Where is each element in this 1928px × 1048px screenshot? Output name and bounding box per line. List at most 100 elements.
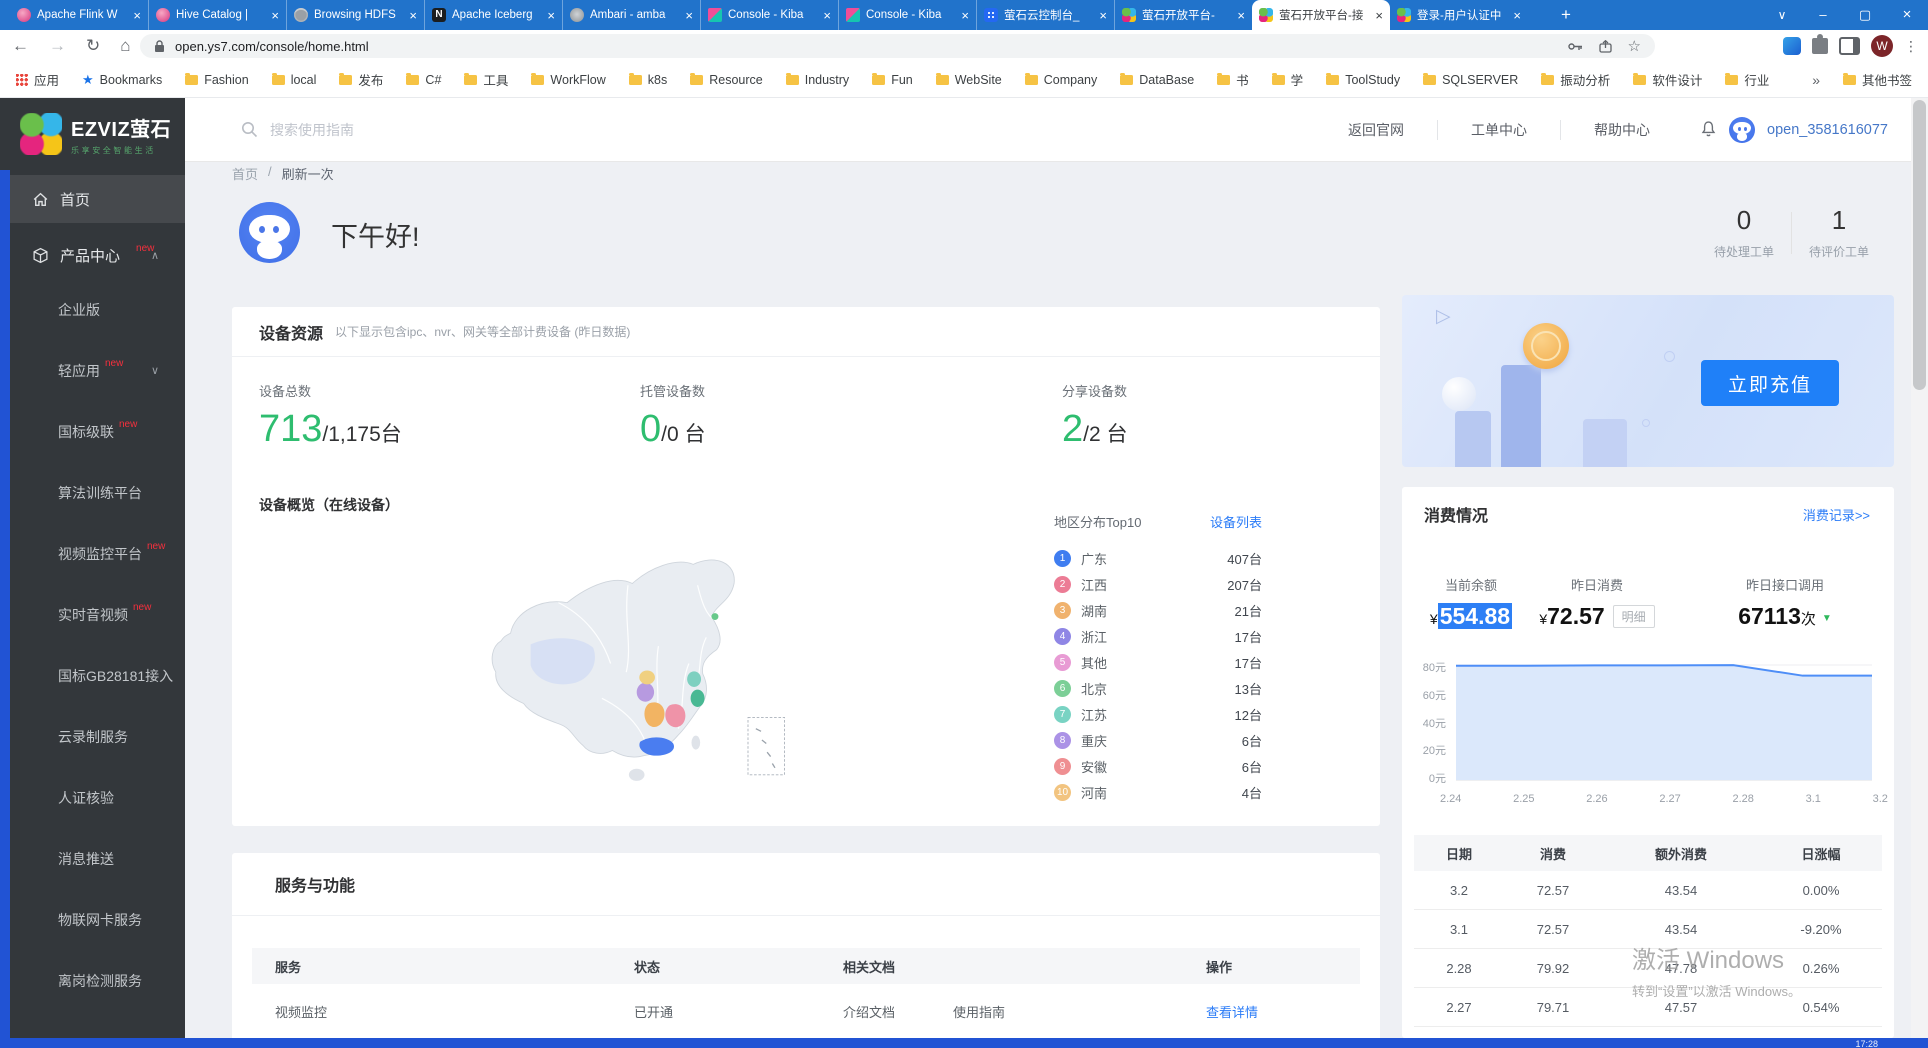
browser-tab-active[interactable]: 萤石开放平台-接: [1252, 0, 1390, 30]
bookmark-folder[interactable]: Fashion: [185, 73, 248, 87]
nav-official-site[interactable]: 返回官网: [1315, 120, 1437, 140]
tab-close-icon[interactable]: [1375, 9, 1383, 22]
device-list-link[interactable]: 设备列表: [1210, 512, 1262, 531]
to-review-tickets[interactable]: 1 待评价工单: [1792, 205, 1886, 260]
tab-close-icon[interactable]: [1099, 9, 1107, 22]
refresh-icon[interactable]: ↻: [86, 36, 100, 56]
browser-tab[interactable]: Hive Catalog |: [148, 0, 286, 30]
extensions-puzzle-icon[interactable]: [1812, 38, 1828, 54]
bookmark-folder[interactable]: SQLSERVER: [1423, 73, 1518, 87]
key-icon[interactable]: [1568, 42, 1583, 51]
sidebar-item-rtc[interactable]: 实时音视频new: [0, 584, 185, 645]
browser-tab[interactable]: Apache Flink W: [10, 0, 148, 30]
address-bar[interactable]: open.ys7.com/console/home.html: [140, 34, 1655, 58]
bookmark-folder[interactable]: 书: [1217, 70, 1249, 89]
breadcrumb-home[interactable]: 首页: [232, 164, 258, 183]
tab-close-icon[interactable]: [547, 9, 555, 22]
browser-tab[interactable]: Browsing HDFS: [286, 0, 424, 30]
tab-close-icon[interactable]: [685, 9, 693, 22]
browser-tab[interactable]: 登录-用户认证中: [1390, 0, 1528, 30]
tab-close-icon[interactable]: [1237, 9, 1245, 22]
sidebar-item-gb28181[interactable]: 国标GB28181接入: [0, 645, 185, 706]
window-menu-icon[interactable]: [1762, 0, 1802, 30]
bookmark-folder[interactable]: ToolStudy: [1326, 73, 1400, 87]
bookmark-star-icon[interactable]: [1628, 37, 1641, 56]
bookmark-folder[interactable]: 行业: [1725, 70, 1769, 89]
forward-icon[interactable]: →: [49, 36, 66, 56]
sidebar-item-absence-detect[interactable]: 离岗检测服务: [0, 950, 185, 1011]
user-avatar[interactable]: [1729, 117, 1755, 143]
browser-tab[interactable]: Ambari - amba: [562, 0, 700, 30]
sidebar-item-message-push[interactable]: 消息推送: [0, 828, 185, 889]
tab-close-icon[interactable]: [1513, 9, 1521, 22]
sidebar-item-home[interactable]: 首页: [0, 175, 185, 223]
bookmark-folder[interactable]: DataBase: [1120, 73, 1194, 87]
username[interactable]: open_3581616077: [1767, 122, 1888, 138]
tab-close-icon[interactable]: [133, 9, 141, 22]
other-bookmarks-folder[interactable]: 其他书签: [1843, 70, 1912, 89]
bookmark-folder[interactable]: Industry: [786, 73, 849, 87]
tab-close-icon[interactable]: [823, 9, 831, 22]
bookmark-folder[interactable]: 软件设计: [1633, 70, 1702, 89]
sidebar-item-algorithm-training[interactable]: 算法训练平台: [0, 462, 185, 523]
share-icon[interactable]: [1599, 40, 1612, 53]
minimize-button[interactable]: [1802, 0, 1844, 30]
sidebar-item-cloud-recording[interactable]: 云录制服务: [0, 706, 185, 767]
pending-tickets[interactable]: 0 待处理工单: [1697, 205, 1791, 260]
search-input[interactable]: [268, 121, 512, 139]
extension-icon[interactable]: [1783, 37, 1801, 55]
bookmark-folder[interactable]: k8s: [629, 73, 667, 87]
nav-help-center[interactable]: 帮助中心: [1560, 120, 1683, 140]
detail-button[interactable]: 明细: [1613, 605, 1655, 628]
tab-close-icon[interactable]: [271, 9, 279, 22]
bookmark-folder[interactable]: WebSite: [936, 73, 1002, 87]
sidebar-item-product-center[interactable]: 产品中心new: [0, 231, 185, 279]
recharge-button[interactable]: 立即充值: [1701, 360, 1839, 406]
intro-doc-link[interactable]: 介绍文档: [843, 1005, 895, 1020]
side-panel-icon[interactable]: [1839, 37, 1860, 55]
bookmark-item[interactable]: Bookmarks: [82, 72, 162, 88]
bell-icon[interactable]: [1700, 120, 1717, 139]
sidebar-item-identity-verify[interactable]: 人证核验: [0, 767, 185, 828]
ezviz-logo[interactable]: EZVIZ萤石 乐享安全智能生活: [0, 98, 185, 170]
maximize-button[interactable]: [1844, 0, 1886, 30]
bookmark-folder[interactable]: 工具: [464, 70, 508, 89]
menu-dots-icon[interactable]: [1904, 38, 1918, 55]
sidebar-item-gb-cascade[interactable]: 国标级联new: [0, 401, 185, 462]
scrollbar-thumb[interactable]: [1913, 100, 1926, 390]
nav-ticket-center[interactable]: 工单中心: [1437, 120, 1560, 140]
bookmark-folder[interactable]: C#: [406, 73, 441, 87]
view-details-link[interactable]: 查看详情: [1206, 1002, 1360, 1021]
browser-tab[interactable]: Console - Kiba: [700, 0, 838, 30]
bookmark-folder[interactable]: Resource: [690, 73, 763, 87]
apps-shortcut[interactable]: 应用: [16, 70, 59, 89]
sidebar-item-enterprise[interactable]: 企业版: [0, 279, 185, 340]
sidebar-item-video-platform[interactable]: 视频监控平台new: [0, 523, 185, 584]
new-tab-button[interactable]: +: [1552, 3, 1580, 27]
tab-close-icon[interactable]: [409, 9, 417, 22]
back-icon[interactable]: ←: [12, 36, 29, 56]
close-button[interactable]: [1886, 0, 1928, 30]
bookmark-folder[interactable]: Company: [1025, 73, 1098, 87]
bookmark-folder[interactable]: Fun: [872, 73, 913, 87]
dropdown-triangle-icon[interactable]: [1822, 613, 1832, 624]
bookmark-folder[interactable]: local: [272, 73, 317, 87]
tab-close-icon[interactable]: [961, 9, 969, 22]
bookmark-folder[interactable]: WorkFlow: [531, 73, 605, 87]
browser-tab[interactable]: 萤石云控制台_: [976, 0, 1114, 30]
bookmark-folder[interactable]: 发布: [339, 70, 383, 89]
bookmark-folder[interactable]: 振动分析: [1541, 70, 1610, 89]
profile-avatar[interactable]: W: [1871, 35, 1893, 57]
browser-tab[interactable]: Console - Kiba: [838, 0, 976, 30]
region-row: 1广东407台: [1054, 545, 1262, 571]
home-icon[interactable]: ⌂: [120, 36, 130, 56]
bookmarks-overflow-icon[interactable]: [1812, 72, 1820, 88]
page-scrollbar[interactable]: [1911, 98, 1928, 1038]
browser-tab[interactable]: Apache Iceberg: [424, 0, 562, 30]
sidebar-item-light-app[interactable]: 轻应用new: [0, 340, 185, 401]
bookmark-folder[interactable]: 学: [1272, 70, 1304, 89]
browser-tab[interactable]: 萤石开放平台-: [1114, 0, 1252, 30]
sidebar-item-iot-card[interactable]: 物联网卡服务: [0, 889, 185, 950]
billing-records-link[interactable]: 消费记录>>: [1803, 505, 1870, 524]
usage-guide-link[interactable]: 使用指南: [953, 1005, 1005, 1020]
